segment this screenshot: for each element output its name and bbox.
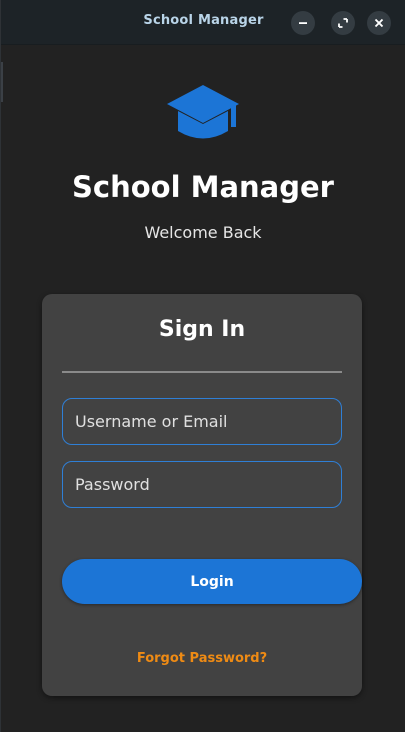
window-edge	[1, 62, 3, 102]
app-window: School Manager School Manager Welcome Ba…	[0, 0, 405, 732]
app-title: School Manager	[72, 170, 334, 204]
sign-in-title: Sign In	[158, 317, 246, 342]
login-button-label: Login	[190, 573, 234, 590]
maximize-icon	[338, 18, 348, 28]
close-button[interactable]	[367, 11, 391, 35]
login-button[interactable]: Login	[62, 559, 362, 604]
username-field[interactable]	[62, 398, 342, 445]
title-bar[interactable]: School Manager	[1, 0, 405, 45]
maximize-button[interactable]	[331, 11, 355, 35]
sign-in-card: Sign In Login Forgot Password?	[42, 294, 362, 696]
divider	[62, 371, 342, 373]
close-icon	[374, 18, 384, 28]
minimize-icon	[299, 22, 307, 24]
welcome-subtitle: Welcome Back	[144, 223, 262, 242]
minimize-button[interactable]	[291, 11, 315, 35]
graduation-cap-icon	[167, 85, 239, 139]
password-field[interactable]	[62, 461, 342, 508]
forgot-password-link[interactable]: Forgot Password?	[42, 651, 362, 666]
